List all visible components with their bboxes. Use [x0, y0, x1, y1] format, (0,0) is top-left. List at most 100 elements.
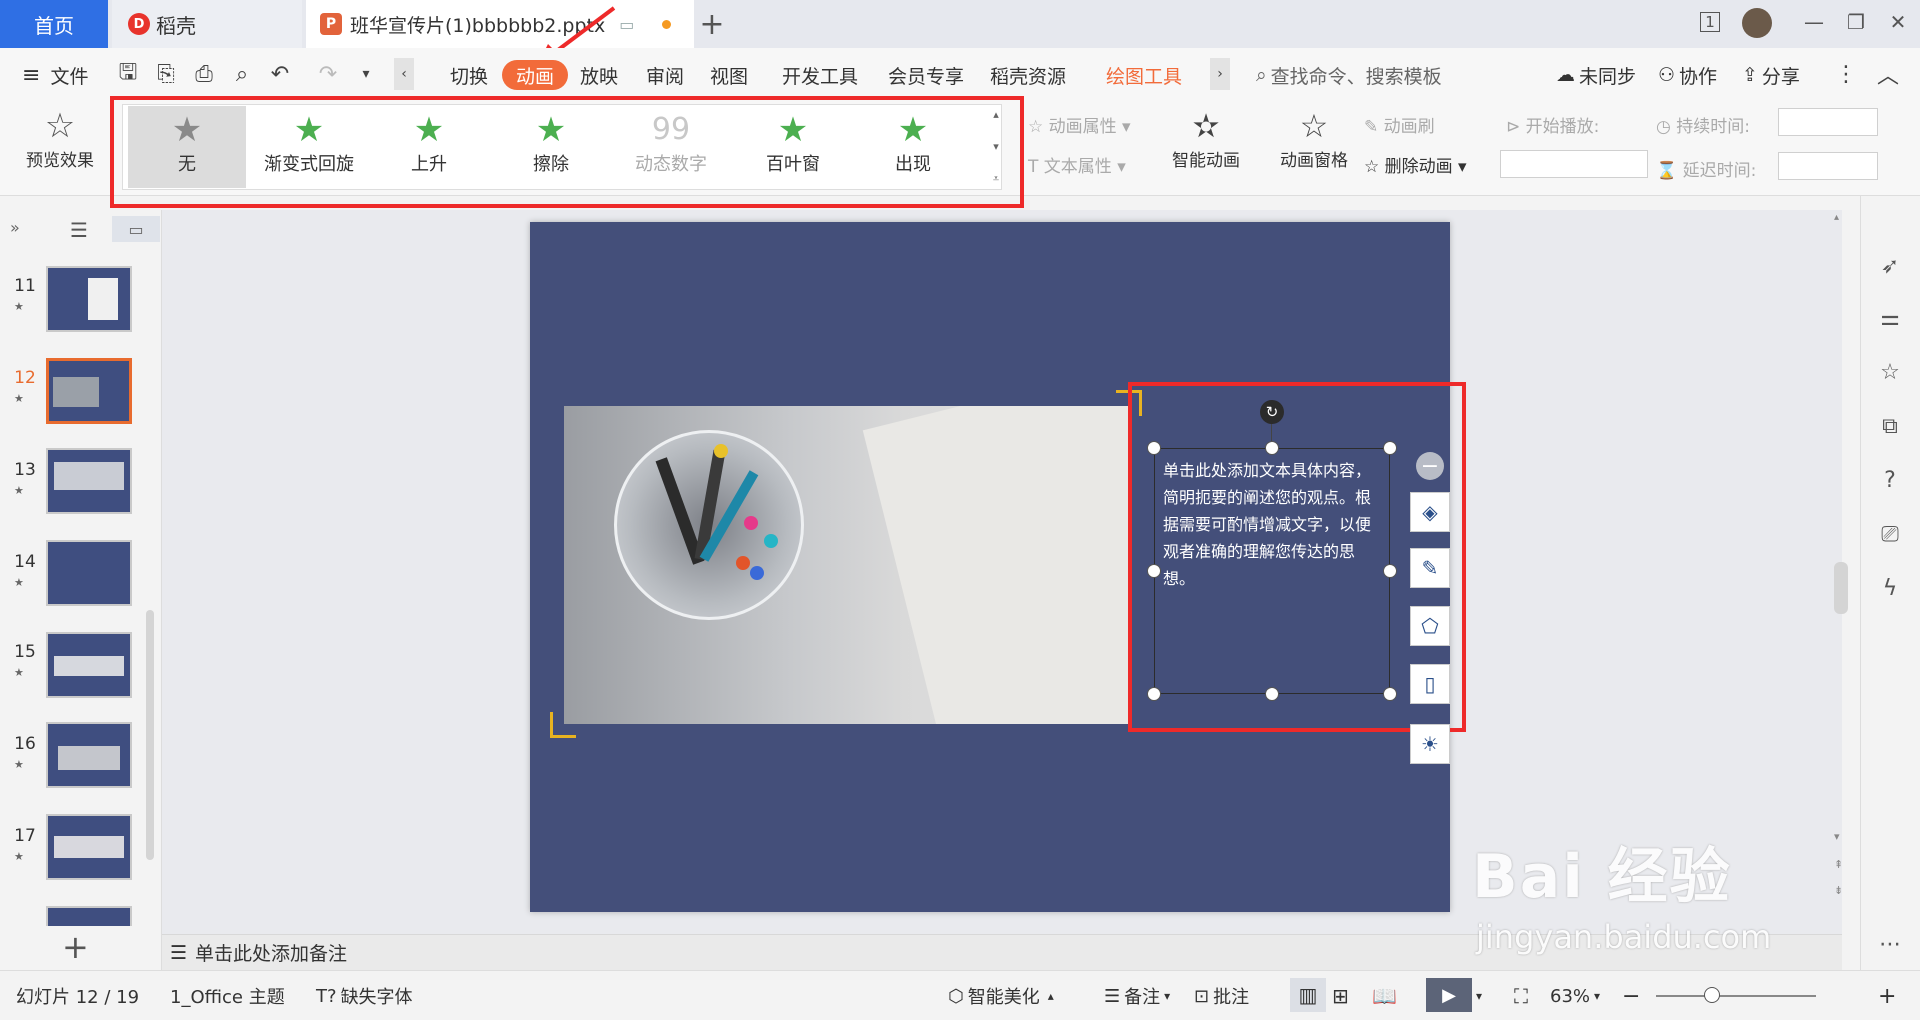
gallery-item-spin[interactable]: ★ 渐变式回旋 — [250, 106, 368, 188]
gallery-item-blinds[interactable]: ★ 百叶窗 — [734, 106, 852, 188]
notes-toggle-button[interactable]: ☰ 备注 ▾ — [1104, 984, 1170, 1009]
play-options-icon[interactable]: ▾ — [1476, 984, 1482, 1008]
thumbnail-scrollbar[interactable] — [146, 610, 154, 860]
canvas-scrollbar[interactable] — [1834, 562, 1848, 614]
prev-slide-icon[interactable]: ⇞ — [1834, 858, 1843, 871]
comments-button[interactable]: ⊡ 批注 — [1194, 984, 1249, 1009]
duration-input[interactable] — [1778, 108, 1878, 136]
slide-thumbnail[interactable] — [46, 540, 132, 606]
slide-thumbnail[interactable] — [46, 358, 132, 424]
text-props-button[interactable]: T 文本属性 ▾ — [1028, 152, 1126, 177]
reading-view-icon[interactable]: 📖 — [1372, 984, 1397, 1008]
border-icon[interactable]: ▯ — [1410, 664, 1450, 704]
slide-thumbnail[interactable] — [46, 814, 132, 880]
file-menu[interactable]: ≡ 文件 — [22, 60, 88, 90]
menu-daoke-resources[interactable]: 稻壳资源 — [990, 60, 1066, 90]
new-tab-button[interactable]: + — [690, 4, 734, 44]
smart-anim-button[interactable]: ✫ 智能动画 — [1160, 106, 1252, 186]
collab-button[interactable]: ⚇ 协作 — [1658, 60, 1717, 90]
slide-thumbnail[interactable] — [46, 448, 132, 514]
scroll-down-icon[interactable]: ▾ — [1834, 830, 1840, 843]
menu-animation[interactable]: 动画 — [502, 60, 569, 90]
transition-icon[interactable]: ⧉ — [1872, 408, 1908, 444]
menu-view[interactable]: 视图 — [710, 60, 748, 90]
layers-icon[interactable]: ◈ — [1410, 492, 1450, 532]
sync-button[interactable]: ☁ 未同步 — [1556, 60, 1636, 90]
menu-drawing-tools[interactable]: 绘图工具 — [1106, 60, 1182, 90]
tab-document[interactable]: P 班华宣传片(1)bbbbbb2.pptx ▭ — [306, 0, 694, 48]
rocket-icon[interactable]: ➶ — [1872, 248, 1908, 284]
normal-view-icon[interactable]: ▥ — [1290, 978, 1326, 1012]
slide-thumbnail[interactable] — [46, 632, 132, 698]
gallery-item-rise[interactable]: ★ 上升 — [370, 106, 488, 188]
redo-icon[interactable]: ↷ — [312, 58, 344, 90]
scroll-left-icon[interactable]: ‹ — [394, 58, 414, 90]
next-slide-icon[interactable]: ⇟ — [1834, 884, 1843, 897]
expand-panel-icon[interactable]: » — [10, 218, 20, 237]
gallery-scroll[interactable]: ▴ ▾ ⩡ — [986, 108, 1006, 186]
zoom-slider-track[interactable] — [1656, 995, 1816, 997]
fill-icon[interactable]: ⬠ — [1410, 606, 1450, 646]
menu-review[interactable]: 审阅 — [646, 60, 684, 90]
search-box[interactable]: ⌕ 查找命令、搜索模板 — [1256, 60, 1442, 90]
add-slide-button[interactable]: + — [62, 928, 89, 966]
star-anim-icon[interactable]: ☆ — [1872, 354, 1908, 390]
pen-icon[interactable]: ✎ — [1410, 548, 1450, 588]
play-slideshow-button[interactable]: ▶ — [1426, 978, 1472, 1012]
slide-thumbnail[interactable] — [46, 722, 132, 788]
more-horizontal-icon[interactable]: ⋯ — [1872, 926, 1908, 962]
slide-thumbnail[interactable] — [46, 906, 132, 926]
gallery-item-none[interactable]: ★ 无 — [128, 106, 246, 188]
slide-photo[interactable] — [564, 406, 1130, 724]
scroll-right-icon[interactable]: › — [1210, 58, 1230, 90]
start-play-select[interactable] — [1500, 150, 1648, 178]
collapse-ribbon-icon[interactable]: ︿ — [1872, 58, 1904, 90]
slide-sorter-icon[interactable]: ⊞ — [1332, 984, 1349, 1008]
delete-anim-button[interactable]: ☆ 删除动画 ▾ — [1364, 152, 1467, 177]
undo-icon[interactable]: ↶ — [264, 58, 296, 90]
anim-pane-button[interactable]: ☆ 动画窗格 — [1266, 106, 1362, 186]
export-pdf-icon[interactable]: ⎘ — [150, 58, 182, 90]
close-button[interactable]: ✕ — [1876, 0, 1920, 44]
menu-member[interactable]: 会员专享 — [888, 60, 964, 90]
page-count-icon[interactable]: 1 — [1688, 0, 1732, 44]
tab-home[interactable]: 首页 — [0, 0, 108, 48]
print-icon[interactable]: ⎙ — [188, 58, 220, 90]
fit-window-icon[interactable]: ⛶ — [1514, 984, 1528, 1008]
theme-name[interactable]: 1_Office 主题 — [170, 984, 285, 1008]
thumbnail-view-icon[interactable]: ▭ — [112, 216, 160, 242]
menu-developer[interactable]: 开发工具 — [782, 60, 858, 90]
zoom-slider-thumb[interactable] — [1704, 987, 1720, 1003]
anim-brush-button[interactable]: ✎ 动画刷 — [1364, 112, 1435, 137]
collapse-tools-icon[interactable]: − — [1416, 452, 1444, 480]
lightbulb-icon[interactable]: ☀ — [1410, 724, 1450, 764]
customize-chevron-icon[interactable]: ▾ — [350, 58, 382, 90]
help-icon[interactable]: ? — [1872, 462, 1908, 498]
restore-button[interactable]: ❐ — [1834, 0, 1878, 44]
missing-font-button[interactable]: T? 缺失字体 — [316, 984, 413, 1009]
preview-effect-button[interactable]: ☆ 预览效果 — [14, 106, 106, 186]
avatar[interactable] — [1742, 8, 1772, 38]
menu-transition[interactable]: 切换 — [450, 60, 488, 90]
image-tool-icon[interactable]: ⎚ — [1872, 516, 1908, 552]
zoom-out-button[interactable]: − — [1622, 984, 1640, 1009]
outline-view-icon[interactable]: ☰ — [70, 218, 88, 242]
slide-thumbnail[interactable] — [46, 266, 132, 332]
sliders-icon[interactable]: ⚌ — [1872, 300, 1908, 336]
save-icon[interactable]: 🖫 — [112, 58, 144, 90]
zoom-in-button[interactable]: + — [1878, 984, 1896, 1009]
share-button[interactable]: ⇪ 分享 — [1742, 60, 1800, 90]
lightning-icon[interactable]: ϟ — [1872, 570, 1908, 606]
gallery-item-wipe[interactable]: ★ 擦除 — [492, 106, 610, 188]
more-vertical-icon[interactable]: ⋮ — [1830, 58, 1862, 90]
print-preview-icon[interactable]: ⌕ — [226, 58, 258, 90]
zoom-level[interactable]: 63% ▾ — [1550, 984, 1600, 1008]
gallery-item-appear[interactable]: ★ 出现 — [854, 106, 972, 188]
minimize-button[interactable]: — — [1792, 0, 1836, 44]
menu-slideshow[interactable]: 放映 — [580, 60, 618, 90]
delay-input[interactable] — [1778, 152, 1878, 180]
tab-daoke[interactable]: D 稻壳 — [112, 0, 302, 48]
scroll-up-icon[interactable]: ▴ — [1834, 212, 1842, 223]
gallery-item-number[interactable]: 99 动态数字 — [612, 106, 730, 188]
beautify-button[interactable]: ⬡ 智能美化 ▴ — [948, 984, 1054, 1009]
